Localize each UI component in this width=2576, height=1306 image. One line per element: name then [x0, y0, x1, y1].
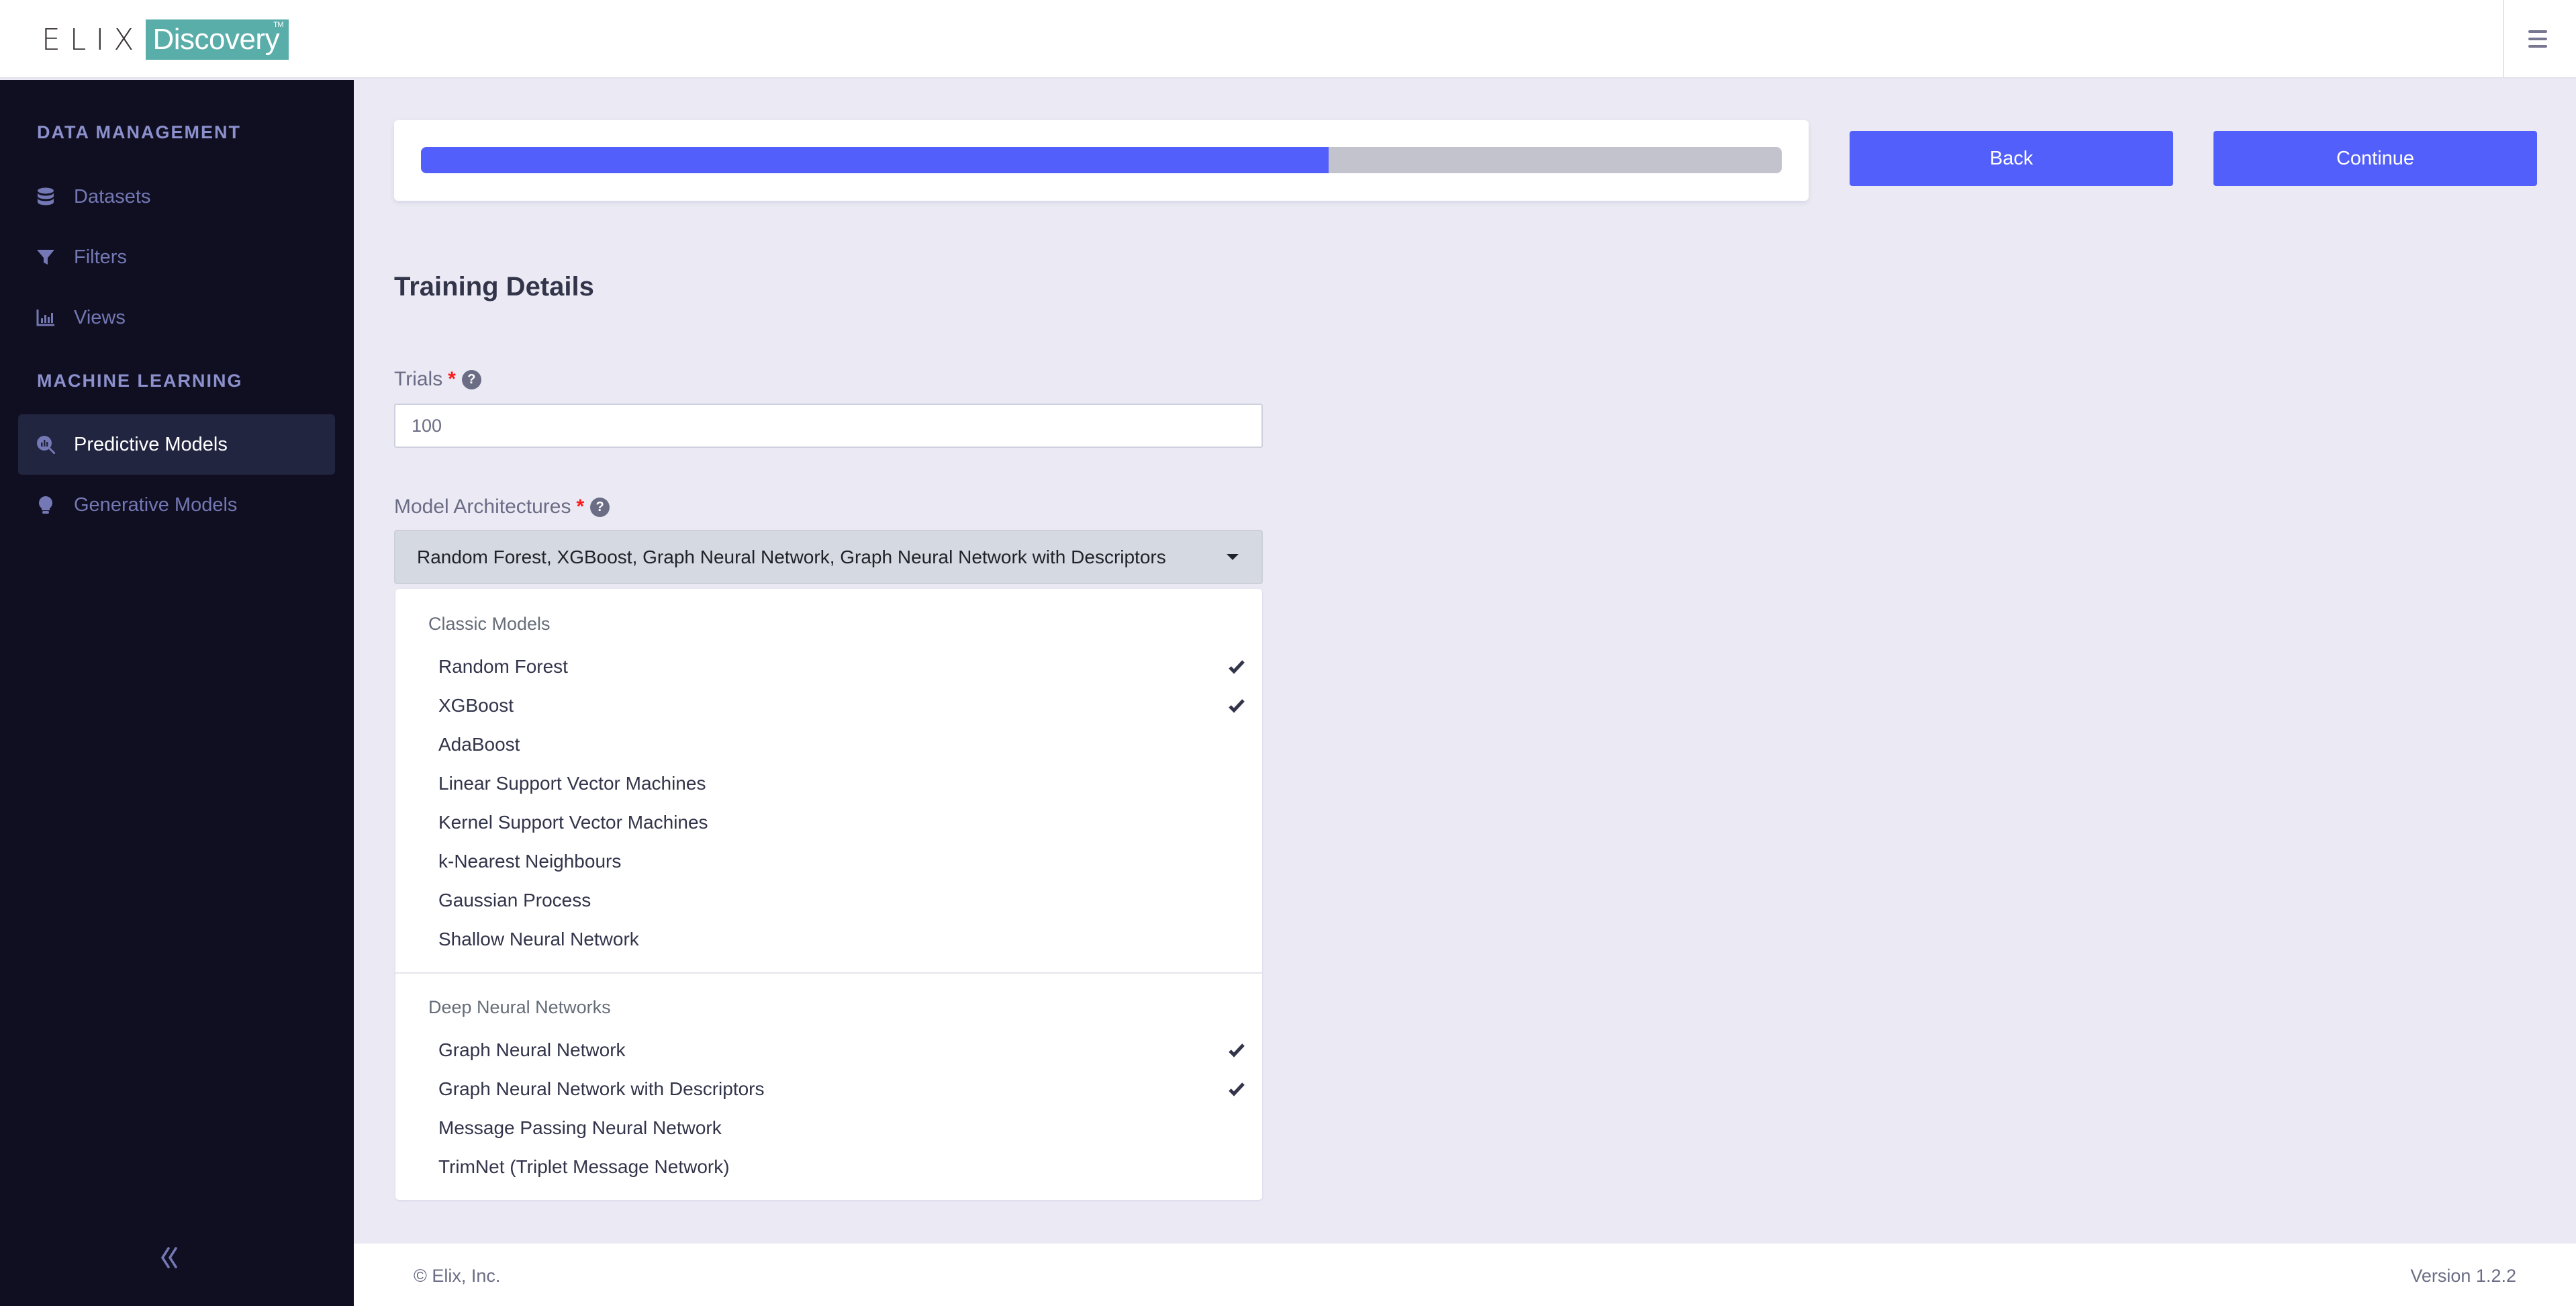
option-label: Gaussian Process: [438, 890, 591, 911]
group-header-classic-models: Classic Models: [428, 614, 551, 634]
option-kernel-svm[interactable]: Kernel Support Vector Machines: [395, 803, 1262, 842]
model-architectures-label-text: Model Architectures: [394, 496, 571, 518]
sidebar-item-filters[interactable]: Filters: [18, 227, 335, 287]
footer: © Elix, Inc. Version 1.2.2: [354, 1244, 2576, 1306]
sidebar-item-label: Predictive Models: [74, 433, 228, 455]
option-label: Random Forest: [438, 656, 568, 677]
help-icon[interactable]: ?: [461, 369, 481, 389]
version-text: Version 1.2.2: [2410, 1266, 2516, 1286]
option-label: TrimNet (Triplet Message Network): [438, 1156, 730, 1177]
sidebar-item-predictive-models[interactable]: Predictive Models: [18, 414, 335, 475]
page-title: Training Details: [394, 272, 594, 301]
option-label: k-Nearest Neighbours: [438, 851, 622, 872]
logo-elix-text: ELIX: [42, 22, 144, 57]
option-trimnet[interactable]: TrimNet (Triplet Message Network): [395, 1148, 1262, 1186]
sidebar-section-data-management: DATA MANAGEMENT: [37, 122, 241, 142]
option-label: Graph Neural Network: [438, 1039, 626, 1060]
select-value: Random Forest, XGBoost, Graph Neural Net…: [417, 546, 1166, 567]
wizard-progress-bar: [421, 147, 1782, 173]
option-label: XGBoost: [438, 695, 514, 716]
top-header: ELIX Discovery TM: [0, 0, 2576, 79]
logo-trademark: TM: [273, 21, 284, 29]
wizard-progress-card: [394, 120, 1809, 201]
required-marker: *: [576, 496, 585, 518]
wizard-progress-fill: [421, 147, 1329, 173]
search-chart-icon: [36, 435, 55, 454]
sidebar: DATA MANAGEMENT Datasets Filters Views M…: [0, 80, 354, 1306]
lightbulb-icon: [36, 496, 55, 514]
check-icon: [1229, 699, 1245, 713]
group-divider: [395, 972, 1262, 974]
option-graph-neural-network[interactable]: Graph Neural Network: [395, 1031, 1262, 1070]
group-header-deep-neural-networks: Deep Neural Networks: [428, 997, 611, 1017]
sidebar-item-label: Generative Models: [74, 494, 238, 516]
logo-discovery-badge: Discovery TM: [146, 19, 289, 60]
model-architectures-dropdown: Classic Models Random Forest XGBoost Ada…: [395, 589, 1262, 1200]
bar-chart-icon: [36, 308, 55, 327]
option-label: AdaBoost: [438, 734, 520, 755]
check-icon: [1229, 1082, 1245, 1097]
model-architectures-label: Model Architectures * ?: [394, 496, 610, 518]
option-label: Message Passing Neural Network: [438, 1117, 722, 1138]
elix-discovery-logo[interactable]: ELIX Discovery TM: [42, 19, 289, 60]
sidebar-item-views[interactable]: Views: [18, 287, 335, 348]
option-shallow-neural-network[interactable]: Shallow Neural Network: [395, 920, 1262, 959]
caret-down-icon: [1227, 554, 1239, 560]
hamburger-menu-icon[interactable]: [2526, 27, 2550, 51]
trials-label-text: Trials: [394, 368, 443, 390]
help-icon[interactable]: ?: [590, 497, 610, 517]
option-label: Kernel Support Vector Machines: [438, 812, 708, 833]
copyright-text: © Elix, Inc.: [414, 1266, 501, 1286]
database-icon: [36, 187, 55, 206]
sidebar-section-machine-learning: MACHINE LEARNING: [37, 371, 243, 391]
option-gaussian-process[interactable]: Gaussian Process: [395, 881, 1262, 920]
option-knn[interactable]: k-Nearest Neighbours: [395, 842, 1262, 881]
option-gnn-with-descriptors[interactable]: Graph Neural Network with Descriptors: [395, 1070, 1262, 1109]
continue-button[interactable]: Continue: [2213, 131, 2537, 186]
check-icon: [1229, 1043, 1245, 1058]
required-marker: *: [448, 368, 456, 390]
option-random-forest[interactable]: Random Forest: [395, 647, 1262, 686]
option-adaboost[interactable]: AdaBoost: [395, 725, 1262, 764]
model-architectures-select[interactable]: Random Forest, XGBoost, Graph Neural Net…: [394, 530, 1263, 584]
option-label: Linear Support Vector Machines: [438, 773, 706, 794]
double-chevron-left-icon[interactable]: [156, 1244, 183, 1271]
sidebar-item-generative-models[interactable]: Generative Models: [18, 475, 335, 535]
option-xgboost[interactable]: XGBoost: [395, 686, 1262, 725]
back-button[interactable]: Back: [1850, 131, 2173, 186]
header-divider: [2503, 0, 2504, 79]
option-message-passing-nn[interactable]: Message Passing Neural Network: [395, 1109, 1262, 1148]
check-icon: [1229, 660, 1245, 674]
trials-input[interactable]: [394, 404, 1263, 448]
option-label: Shallow Neural Network: [438, 929, 639, 949]
filter-icon: [36, 248, 55, 267]
trials-label: Trials * ?: [394, 368, 481, 391]
sidebar-item-datasets[interactable]: Datasets: [18, 167, 335, 227]
sidebar-item-label: Filters: [74, 246, 127, 268]
option-linear-svm[interactable]: Linear Support Vector Machines: [395, 764, 1262, 803]
sidebar-item-label: Views: [74, 306, 126, 328]
logo-discovery-text: Discovery: [152, 23, 280, 56]
sidebar-item-label: Datasets: [74, 185, 151, 207]
option-label: Graph Neural Network with Descriptors: [438, 1078, 765, 1099]
